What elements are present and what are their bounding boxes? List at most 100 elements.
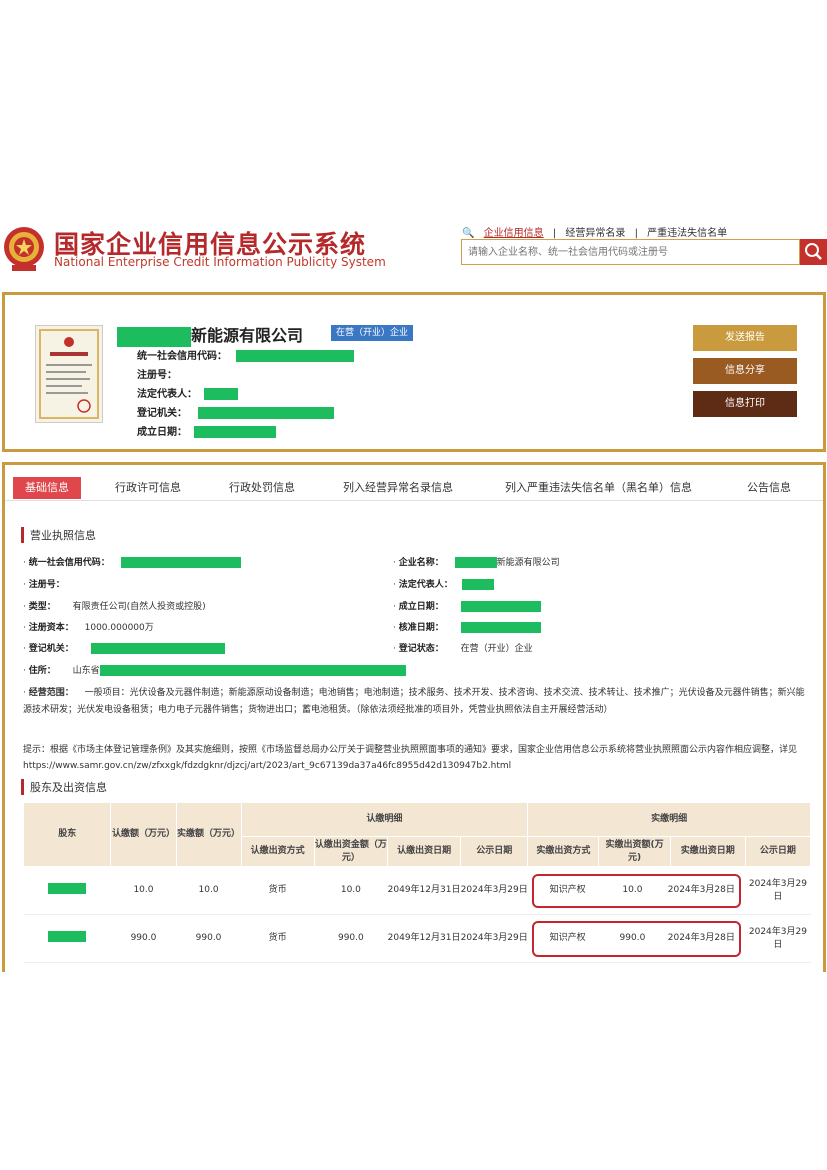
redacted-block [117, 326, 191, 347]
legal-rep-field: · 法定代表人： [393, 577, 494, 590]
credit-code-field: · 统一社会信用代码： [23, 555, 241, 568]
tab-announcements[interactable]: 公告信息 [747, 477, 791, 499]
license-section-title: 营业执照信息 [21, 527, 96, 543]
redacted-block [194, 426, 277, 438]
sub-date-cell: 2049年12月31日 [387, 914, 461, 963]
th-paid: 实缴额（万元） [175, 802, 242, 867]
sub-amount-cell: 10.0 [314, 866, 388, 915]
subscribed-cell: 990.0 [110, 914, 176, 963]
pub-date-cell: 2024年3月29日 [460, 866, 528, 915]
license-thumbnail-graphic [39, 329, 99, 419]
founded-label: 成立日期： [137, 427, 187, 438]
credit-code-row: 统一社会信用代码： [137, 347, 355, 362]
site-header: 国家企业信用信息公示系统 National Enterprise Credit … [0, 205, 827, 285]
nav-abnormal-list[interactable]: 经营异常名录 [565, 228, 625, 239]
paid-method-value: 知识产权 [549, 933, 586, 943]
field-value: 有限责任公司(自然人投资或控股) [72, 602, 206, 612]
search-icon [805, 243, 822, 260]
search-input[interactable] [462, 240, 799, 264]
legal-rep-row: 法定代表人： [137, 385, 239, 400]
site-subtitle: National Enterprise Credit Information P… [54, 255, 386, 269]
founded-row: 成立日期： [137, 423, 277, 438]
field-value: 一般项目：光伏设备及元器件制造；新能源原动设备制造；电池销售；电池制造；技术服务… [23, 688, 805, 715]
tab-blacklist[interactable]: 列入严重违法失信名单（黑名单）信息 [505, 477, 692, 499]
shareholder-table: 股东 认缴额（万元） 实缴额（万元） 认缴明细 实缴明细 认缴出资方式 认缴出资… [22, 802, 812, 963]
shareholder-section-title: 股东及出资信息 [21, 779, 107, 795]
field-value: 新能源有限公司 [496, 558, 560, 568]
field-value: 在营（开业）企业 [460, 644, 533, 654]
th-pub-date: 公示日期 [460, 836, 529, 867]
notice-text: 提示：根据《市场主体登记管理条例》及其实施细则，按照《市场监督总局办公厅关于调整… [23, 745, 798, 771]
th-sub-detail: 认缴明细 [240, 802, 529, 837]
national-emblem-icon [4, 227, 44, 271]
authority-label: 登记机关： [137, 408, 187, 419]
th-paid-amount: 实缴出资额(万元) [598, 836, 671, 867]
shareholder-cell [23, 914, 111, 963]
nav-credit-info[interactable]: 企业信用信息 [484, 228, 544, 239]
type-field: · 类型： 有限责任公司(自然人投资或控股) [23, 602, 206, 612]
pub-date2-cell: 2024年3月29日 [745, 914, 811, 963]
credit-code-label: 统一社会信用代码： [137, 351, 227, 362]
th-sub-amount: 认缴出资金额（万元） [313, 836, 388, 867]
redacted-block [90, 643, 225, 654]
reg-no-row: 注册号： [137, 366, 177, 381]
redacted-block [460, 601, 541, 612]
th-subscribed: 认缴额（万元） [110, 802, 177, 867]
field-label: 注册号： [28, 580, 65, 590]
company-card: 新能源有限公司 在营（开业）企业 统一社会信用代码： 注册号： 法定代表人： 登… [2, 292, 826, 452]
field-label: 成立日期： [398, 602, 444, 612]
redacted-block [204, 388, 239, 400]
subscribed-cell: 10.0 [110, 866, 176, 915]
paid-cell: 10.0 [176, 866, 242, 915]
highlight-box: 知识产权 10.0 2024年3月28日 [531, 873, 742, 908]
paid-amount-value: 10.0 [622, 885, 643, 895]
th-sub-date: 认缴出资日期 [386, 836, 462, 867]
table-row: 10.0 10.0 货币 10.0 2049年12月31日 2024年3月29日… [23, 866, 811, 915]
field-label: 经营范围： [28, 688, 74, 698]
nav-blacklist[interactable]: 严重违法失信名单 [647, 228, 727, 239]
reg-no-field: · 注册号： [23, 580, 65, 590]
field-value: 山东省 [72, 666, 100, 676]
paid-method-value: 知识产权 [549, 885, 586, 895]
tab-admin-penalty[interactable]: 行政处罚信息 [229, 477, 295, 499]
legal-rep-label: 法定代表人： [137, 389, 197, 400]
search-small-icon: 🔍 [462, 228, 475, 239]
print-info-button[interactable]: 信息打印 [693, 391, 797, 417]
authority-field: · 登记机关： [23, 641, 225, 654]
redacted-block [99, 665, 406, 676]
founded-field: · 成立日期： [393, 599, 541, 612]
redacted-block [236, 350, 355, 362]
field-label: 类型： [28, 602, 56, 612]
send-report-button[interactable]: 发送报告 [693, 325, 797, 351]
redacted-block [460, 622, 541, 633]
paid-detail-cell: 知识产权 10.0 2024年3月28日 [527, 866, 746, 915]
share-info-button[interactable]: 信息分享 [693, 358, 797, 384]
paid-amount-value: 990.0 [619, 933, 646, 943]
th-paid-date: 实缴出资日期 [669, 836, 746, 867]
redacted-block [120, 557, 241, 568]
top-nav: 🔍 企业信用信息 | 经营异常名录 | 严重违法失信名单 [462, 224, 733, 239]
business-license-image[interactable] [35, 325, 103, 423]
main-content: 基础信息 行政许可信息 行政处罚信息 列入经营异常名录信息 列入严重违法失信名单… [2, 462, 826, 972]
th-sub-method: 认缴出资方式 [240, 836, 315, 867]
redacted-block [198, 407, 335, 419]
search-button[interactable] [800, 239, 827, 265]
capital-field: · 注册资本： 1000.000000万 [23, 623, 154, 633]
field-value: 1000.000000万 [84, 623, 154, 633]
paid-detail-cell: 知识产权 990.0 2024年3月28日 [527, 914, 746, 963]
field-label: 住所： [28, 666, 56, 676]
tab-basic-info[interactable]: 基础信息 [13, 477, 81, 499]
field-label: 登记状态： [398, 644, 444, 654]
tab-abnormal-list[interactable]: 列入经营异常名录信息 [343, 477, 453, 499]
field-label: 法定代表人： [398, 580, 453, 590]
field-label: 统一社会信用代码： [28, 558, 110, 568]
field-label: 核准日期： [398, 623, 444, 633]
tab-admin-license[interactable]: 行政许可信息 [115, 477, 181, 499]
field-label: 企业名称： [398, 558, 444, 568]
sub-method-cell: 货币 [241, 866, 315, 915]
th-shareholder: 股东 [22, 802, 112, 867]
redacted-block [454, 557, 497, 568]
shareholder-cell [23, 866, 111, 915]
status-badge: 在营（开业）企业 [331, 325, 414, 341]
field-label: 注册资本： [28, 623, 74, 633]
